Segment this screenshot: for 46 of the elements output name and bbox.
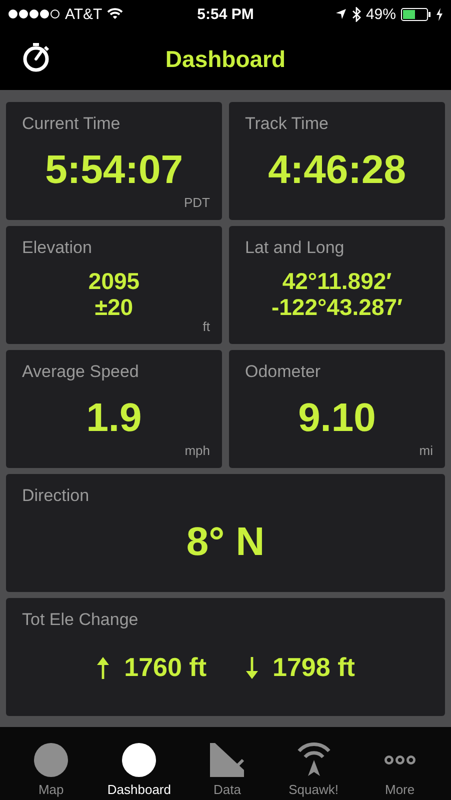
tile-label: Tot Ele Change bbox=[22, 610, 140, 630]
battery-icon bbox=[400, 8, 431, 20]
tile-label: Average Speed bbox=[22, 362, 140, 382]
tile-label: Odometer bbox=[245, 362, 322, 382]
tab[interactable]: Map bbox=[21, 742, 82, 797]
unit-label: PDT bbox=[184, 195, 210, 210]
tile-label: Direction bbox=[22, 486, 90, 506]
down-arrow-icon bbox=[244, 656, 258, 680]
charging-icon bbox=[436, 8, 443, 20]
tile-value: 1798 ft bbox=[272, 653, 355, 683]
tab[interactable]: Squawk! bbox=[284, 742, 344, 797]
tile-value: 8° N bbox=[186, 519, 265, 565]
stopwatch-icon[interactable] bbox=[22, 42, 50, 72]
tile-value: -122°43.287′ bbox=[271, 294, 403, 320]
antenna-icon bbox=[296, 742, 332, 778]
unit-label: ft bbox=[202, 319, 210, 334]
tile-value: 42°11.892′ bbox=[282, 268, 392, 294]
tab[interactable]: Dashboard bbox=[107, 742, 171, 797]
more-icon bbox=[384, 755, 416, 765]
tile-label: Current Time bbox=[22, 114, 122, 134]
bluetooth-icon bbox=[352, 6, 361, 22]
battery-percent: 49% bbox=[366, 6, 396, 22]
tile-value: 1760 ft bbox=[124, 653, 206, 683]
tab[interactable]: Data bbox=[197, 742, 258, 797]
page-title: Dashboard bbox=[165, 46, 286, 72]
up-arrow-icon bbox=[96, 656, 110, 680]
tile-value: 9.10 bbox=[298, 395, 376, 441]
tile-value: 1.9 bbox=[86, 395, 142, 441]
location-icon bbox=[334, 8, 347, 20]
signal-icon bbox=[8, 9, 60, 19]
tab[interactable]: More bbox=[370, 742, 430, 797]
tile-value: 5:54:07 bbox=[45, 147, 183, 193]
tile-label: Track Time bbox=[245, 114, 330, 134]
tile-value: 2095 bbox=[88, 268, 140, 294]
circle-icon bbox=[121, 742, 158, 778]
tile-value: 4:46:28 bbox=[268, 147, 406, 193]
tile-value: ±20 bbox=[94, 294, 134, 320]
tile-label: Lat and Long bbox=[245, 238, 346, 258]
carrier: AT&T bbox=[65, 6, 102, 22]
circle-icon bbox=[33, 742, 70, 778]
wifi-icon bbox=[107, 8, 124, 20]
unit-label: mph bbox=[184, 443, 210, 458]
unit-label: mi bbox=[419, 443, 433, 458]
clock: 5:54 PM bbox=[197, 6, 254, 22]
chart-icon bbox=[209, 742, 246, 778]
tile-label: Elevation bbox=[22, 238, 93, 258]
